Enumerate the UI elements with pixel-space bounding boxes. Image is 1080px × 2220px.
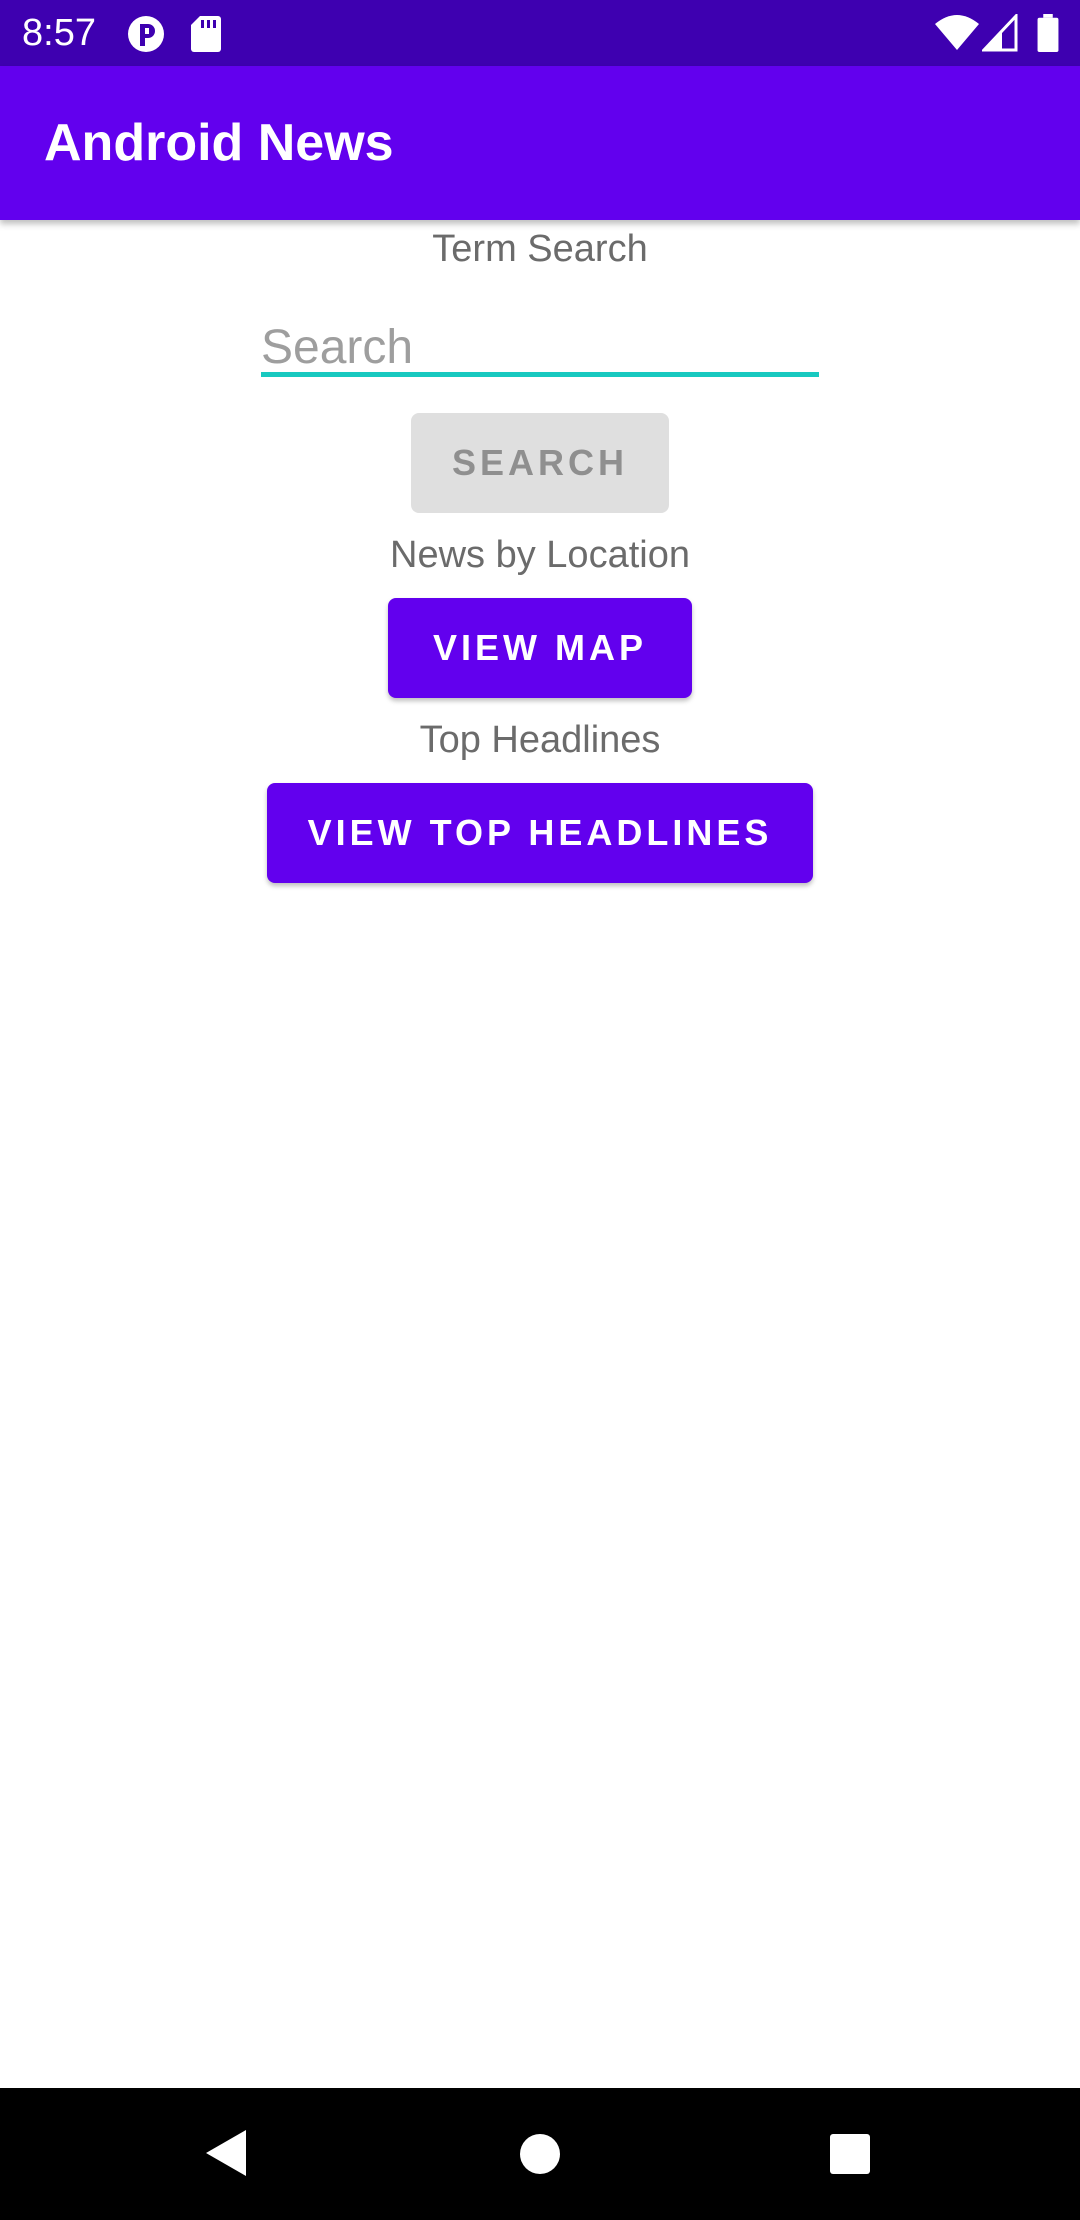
sd-card-icon (191, 16, 221, 52)
app-bar: Android News (0, 66, 1080, 220)
view-top-headlines-button[interactable]: VIEW TOP HEADLINES (267, 783, 813, 883)
back-icon[interactable] (204, 2128, 248, 2178)
search-input[interactable] (261, 300, 819, 394)
search-button[interactable]: SEARCH (411, 413, 669, 513)
recents-icon[interactable] (829, 2133, 871, 2175)
search-field[interactable] (261, 300, 819, 400)
view-map-button[interactable]: VIEW MAP (388, 598, 692, 698)
navigation-bar (0, 2088, 1080, 2220)
screen: 8:57 Android News Term Search Search SEA… (0, 0, 1080, 2220)
status-bar: 8:57 (0, 0, 1080, 66)
wifi-icon (935, 15, 979, 50)
cell-signal-icon (982, 14, 1018, 52)
app-title: Android News (44, 114, 394, 172)
search-underline (261, 372, 819, 377)
status-time: 8:57 (22, 12, 96, 54)
data-saver-icon (128, 16, 164, 52)
home-icon[interactable] (519, 2133, 561, 2175)
top-headlines-label: Top Headlines (419, 719, 661, 761)
location-label: News by Location (390, 534, 690, 576)
battery-icon (1037, 14, 1059, 52)
term-search-label: Term Search (432, 228, 648, 270)
